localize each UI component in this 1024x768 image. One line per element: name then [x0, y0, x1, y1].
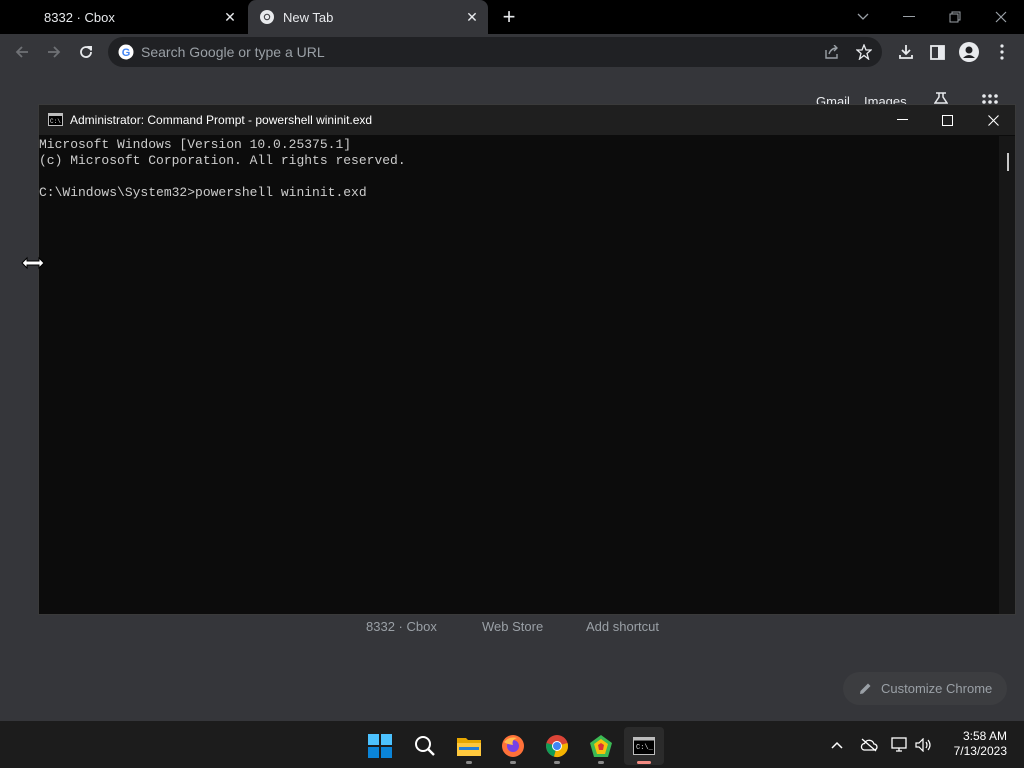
svg-text:G: G: [122, 47, 131, 59]
firefox-icon: [502, 735, 524, 757]
cmd-window-title: Administrator: Command Prompt - powershe…: [70, 113, 373, 127]
close-icon[interactable]: ✕: [222, 9, 238, 25]
console-line: Microsoft Windows [Version 10.0.25375.1]: [39, 137, 352, 152]
tab-strip: 8332 · Cbox ✕ New Tab ✕ +: [0, 0, 1024, 34]
clock-time: 3:58 AM: [962, 729, 1007, 743]
side-panel-icon: [929, 44, 945, 60]
minimize-button[interactable]: [886, 0, 932, 34]
address-bar[interactable]: G Search Google or type a URL: [108, 37, 882, 67]
clock-date: 7/13/2023: [953, 744, 1007, 758]
close-icon: [987, 114, 999, 126]
tab-label: 8332 · Cbox: [44, 9, 115, 25]
console-line: (c) Microsoft Corporation. All rights re…: [39, 153, 406, 168]
active-indicator: [637, 761, 651, 764]
cmd-minimize-button[interactable]: [879, 105, 925, 135]
cmd-console-output[interactable]: Microsoft Windows [Version 10.0.25375.1]…: [39, 136, 999, 614]
firefox-button[interactable]: [493, 727, 533, 765]
scrollbar-thumb[interactable]: [1007, 153, 1009, 171]
browser-toolbar: G Search Google or type a URL: [0, 34, 1024, 70]
terminal-icon: C:\_: [633, 737, 655, 755]
volume-button[interactable]: [914, 735, 934, 755]
kebab-menu-icon: [1000, 44, 1004, 60]
search-icon: [415, 736, 435, 756]
start-icon: [368, 734, 392, 758]
customize-label: Customize Chrome: [881, 681, 993, 696]
chrome-icon: [260, 10, 274, 24]
svg-text:C:\_: C:\_: [636, 744, 654, 752]
terminal-button[interactable]: C:\_: [624, 727, 664, 765]
reload-icon: [80, 46, 92, 58]
downloads-button[interactable]: [892, 38, 920, 66]
cmd-maximize-button[interactable]: [924, 105, 970, 135]
start-button[interactable]: [360, 727, 400, 765]
svg-text:C:\: C:\: [50, 118, 61, 125]
chrome-button[interactable]: [537, 727, 577, 765]
reload-button[interactable]: [72, 38, 100, 66]
share-icon[interactable]: [824, 45, 840, 59]
cmd-title-bar[interactable]: C:\ Administrator: Command Prompt - powe…: [39, 105, 1015, 135]
tab-cbox[interactable]: 8332 · Cbox ✕: [0, 0, 246, 34]
close-icon[interactable]: ✕: [464, 9, 480, 25]
restore-button[interactable]: [932, 0, 978, 34]
shortcut-web-store[interactable]: Web Store: [482, 619, 543, 634]
google-icon: G: [118, 44, 134, 60]
system-clock[interactable]: 3:58 AM 7/13/2023: [945, 729, 1007, 759]
taskbar: C:\_ 3:58 AM 7/13/2023: [0, 721, 1024, 768]
chrome-icon: [546, 735, 568, 757]
download-icon: [899, 45, 913, 59]
resize-horizontal-cursor-icon: [21, 256, 45, 270]
pentagon-app-button[interactable]: [581, 727, 621, 765]
running-indicator: [598, 761, 604, 764]
show-hidden-icons-button[interactable]: [827, 735, 847, 755]
onedrive-offline-button[interactable]: [859, 735, 879, 755]
shortcut-add[interactable]: Add shortcut: [586, 619, 659, 634]
speaker-icon: [915, 738, 931, 752]
close-icon: [995, 11, 1007, 23]
side-panel-button[interactable]: [923, 38, 951, 66]
running-indicator: [510, 761, 516, 764]
minimize-icon: [903, 16, 915, 17]
minimize-icon: [896, 119, 908, 120]
running-indicator: [554, 761, 560, 764]
maximize-icon: [941, 114, 953, 126]
chevron-down-icon: [857, 13, 869, 20]
labs-icon[interactable]: [934, 92, 948, 104]
customize-chrome-button[interactable]: Customize Chrome: [843, 672, 1007, 705]
file-explorer-icon: [457, 738, 481, 756]
forward-button[interactable]: [40, 38, 68, 66]
back-button[interactable]: [8, 38, 36, 66]
tab-search-button[interactable]: [840, 0, 886, 34]
chevron-up-icon: [831, 741, 843, 749]
command-prompt-window[interactable]: C:\ Administrator: Command Prompt - powe…: [38, 104, 1016, 615]
console-line: C:\Windows\System32>powershell wininit.e…: [39, 185, 367, 200]
network-button[interactable]: [890, 735, 910, 755]
apps-grid-icon[interactable]: [982, 94, 998, 104]
pencil-icon: [860, 683, 871, 694]
tab-new-tab[interactable]: New Tab ✕: [248, 0, 488, 34]
tab-label: New Tab: [283, 9, 334, 25]
menu-button[interactable]: [988, 38, 1016, 66]
cmd-scrollbar[interactable]: [999, 136, 1015, 614]
restore-icon: [949, 11, 961, 23]
forward-arrow-icon: [48, 46, 61, 58]
cmd-icon: C:\: [48, 113, 63, 126]
bookmark-star-icon[interactable]: [856, 44, 872, 60]
app-icon: [590, 735, 612, 757]
file-explorer-button[interactable]: [449, 727, 489, 765]
running-indicator: [466, 761, 472, 764]
network-icon: [891, 737, 907, 752]
search-button[interactable]: [405, 727, 445, 765]
back-arrow-icon: [15, 46, 28, 58]
cmd-close-button[interactable]: [970, 105, 1016, 135]
omnibox-placeholder: Search Google or type a URL: [141, 44, 325, 60]
new-tab-button[interactable]: +: [498, 5, 520, 29]
profile-button[interactable]: [955, 38, 983, 66]
close-window-button[interactable]: [978, 0, 1024, 34]
cloud-off-icon: [860, 738, 878, 752]
shortcut-cbox[interactable]: 8332 · Cbox: [366, 619, 437, 634]
avatar-icon: [959, 42, 979, 62]
